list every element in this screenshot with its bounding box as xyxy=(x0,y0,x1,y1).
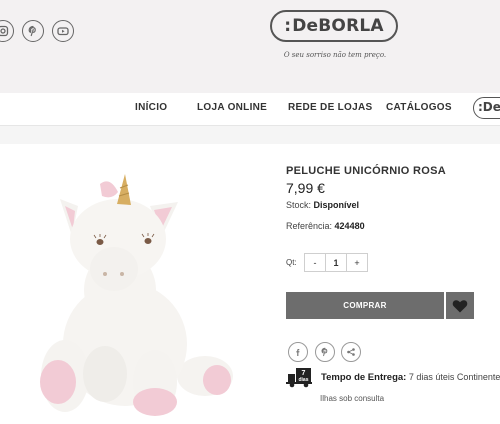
product-image xyxy=(0,144,270,420)
product-title: PELUCHE UNICÓRNIO ROSA xyxy=(286,165,446,177)
delivery-truck-icon: 7 dias xyxy=(286,368,312,388)
brand-logo[interactable]: : DeBORLA xyxy=(270,10,398,42)
nav-item-catalogos[interactable]: CATÁLOGOS xyxy=(386,102,452,113)
quantity-input[interactable]: 1 xyxy=(325,254,347,271)
quantity-stepper: - 1 + xyxy=(304,253,368,272)
logo-text: DeBORLA xyxy=(292,16,384,36)
nav-logo[interactable]: :De xyxy=(473,97,500,119)
quantity-decrease-button[interactable]: - xyxy=(305,254,325,271)
site-header: : DeBORLA O seu sorriso não tem preço. xyxy=(0,0,500,93)
reference-label: Referência: xyxy=(286,221,333,231)
tagline: O seu sorriso não tem preço. xyxy=(283,51,387,59)
delivery-value: 7 dias úteis Continente xyxy=(408,371,500,382)
delivery-text: Tempo de Entrega: 7 dias úteis Continent… xyxy=(321,372,500,383)
main-nav: INÍCIO LOJA ONLINE REDE DE LOJAS CATÁLOG… xyxy=(0,93,500,126)
share-pinterest-icon[interactable] xyxy=(315,342,335,362)
content-spacer xyxy=(0,126,500,144)
instagram-icon[interactable] xyxy=(0,20,14,42)
share-network-icon[interactable] xyxy=(341,342,361,362)
nav-item-loja-online[interactable]: LOJA ONLINE xyxy=(197,102,267,113)
stock-label: Stock: xyxy=(286,200,312,210)
delivery-days-number: 7 xyxy=(302,370,306,377)
pinterest-icon[interactable] xyxy=(22,20,44,42)
product-price: 7,99 € xyxy=(286,180,325,196)
islands-note: Ilhas sob consulta xyxy=(320,394,385,403)
nav-item-inicio[interactable]: INÍCIO xyxy=(135,102,167,113)
share-facebook-icon[interactable] xyxy=(288,342,308,362)
quantity-increase-button[interactable]: + xyxy=(347,254,367,271)
delivery-label: Tempo de Entrega: xyxy=(321,371,407,383)
delivery-days-unit: dias xyxy=(298,377,308,383)
reference-line: Referência: 424480 xyxy=(286,221,365,231)
youtube-icon[interactable] xyxy=(52,20,74,42)
reference-value: 424480 xyxy=(334,221,365,231)
heart-icon xyxy=(452,299,468,312)
buy-button[interactable]: COMPRAR xyxy=(286,292,444,319)
wishlist-button[interactable] xyxy=(446,292,474,319)
nav-item-rede-de-lojas[interactable]: REDE DE LOJAS xyxy=(288,102,372,113)
stock-value: Disponível xyxy=(313,200,360,210)
delivery-info: 7 dias Tempo de Entrega: 7 dias úteis Co… xyxy=(286,366,500,388)
stock-line: Stock: Disponível xyxy=(286,200,359,210)
quantity-label: Qt: xyxy=(286,258,297,267)
logo-prefix: : xyxy=(284,16,292,36)
unicorn-plush-illustration xyxy=(40,174,233,416)
